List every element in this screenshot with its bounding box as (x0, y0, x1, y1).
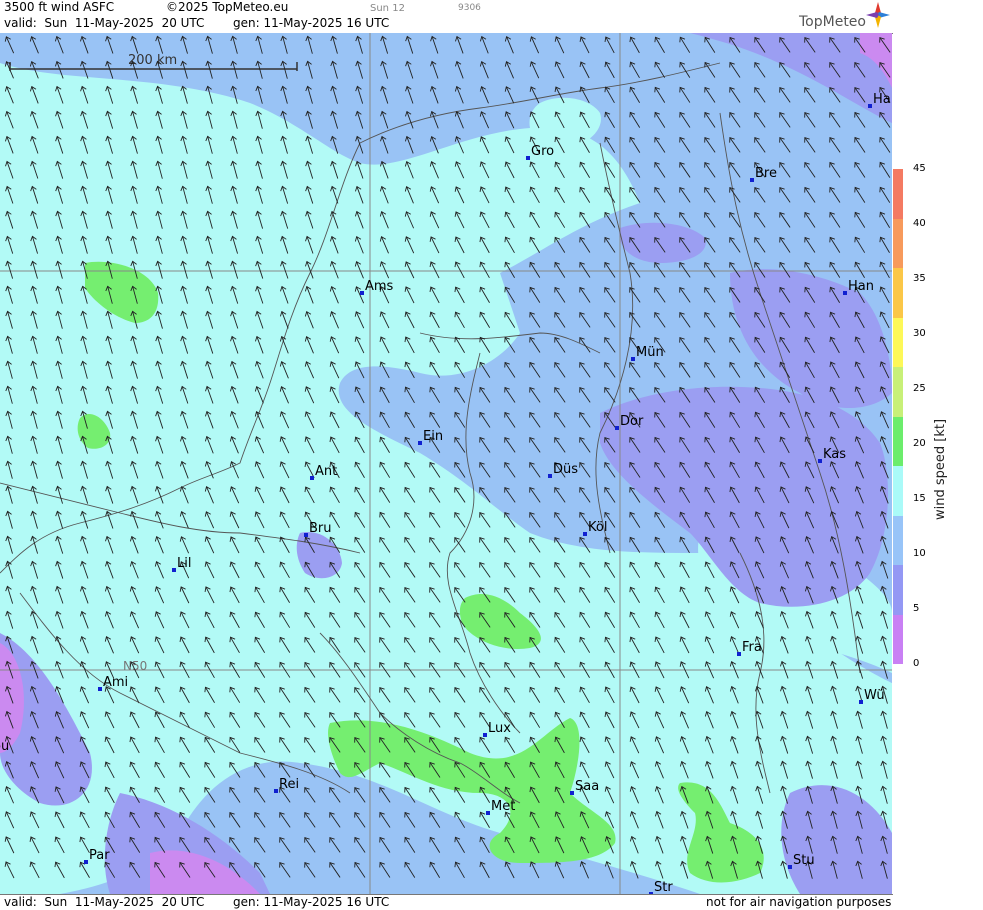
wind-map[interactable]: 200 km N50 Gro Bre Ha Ams Han Mün Ein Dor Ant Düs… (0, 33, 892, 894)
city-marker (737, 652, 741, 656)
legend-swatch (893, 367, 903, 417)
copyright: ©2025 TopMeteo.eu (166, 0, 289, 14)
map-footer: valid: Sun 11-May-2025 20 UTC gen: 11-Ma… (0, 894, 893, 910)
city-marker (304, 533, 308, 537)
city-label: Lil (177, 556, 191, 571)
legend-swatch (893, 268, 903, 318)
city-marker (526, 156, 530, 160)
city-label: Kas (823, 447, 846, 462)
city-marker (818, 459, 822, 463)
city-marker (615, 426, 619, 430)
city-marker (843, 291, 847, 295)
legend-tick: 45 (913, 163, 926, 174)
legend-tick: 10 (913, 548, 926, 559)
legend-tick: 0 (913, 658, 920, 669)
city-label: Stu (793, 853, 815, 868)
city-label: Dor (620, 414, 644, 429)
legend-color-bar (893, 169, 903, 664)
city-label: Bre (755, 166, 777, 181)
city-marker (570, 791, 574, 795)
legend-swatch (893, 416, 903, 466)
footer-valid-time: valid: Sun 11-May-2025 20 UTC (4, 895, 205, 909)
city-marker (583, 532, 587, 536)
city-label: Met (491, 799, 515, 814)
city-label: Ant (315, 464, 337, 479)
legend-swatch (893, 466, 903, 516)
city-label: Mün (636, 345, 664, 360)
city-label: Rei (279, 777, 299, 792)
product-title: 3500 ft wind ASFC (4, 0, 115, 14)
legend-tick: 30 (913, 328, 926, 339)
city-marker (84, 860, 88, 864)
city-marker (868, 104, 872, 108)
valid-time: valid: Sun 11-May-2025 20 UTC (4, 16, 205, 30)
city-label: Ams (365, 279, 394, 294)
city-label: Köl (588, 520, 607, 535)
city-label: Gro (531, 144, 554, 159)
city-marker (548, 474, 552, 478)
legend-tick: 25 (913, 383, 926, 394)
wind-speed-legend: 45 40 35 30 25 20 15 10 5 0 wind speed [kt] (893, 0, 983, 909)
city-label: Str (654, 880, 673, 894)
footer-disclaimer: not for air navigation purposes (706, 895, 892, 909)
city-marker (310, 476, 314, 480)
city-label: Lux (488, 721, 511, 736)
legend-tick: 15 (913, 493, 926, 504)
city-marker (483, 733, 487, 737)
map-header: 3500 ft wind ASFC ©2025 TopMeteo.eu vali… (0, 0, 893, 34)
city-marker (360, 291, 364, 295)
city-marker (750, 178, 754, 182)
city-label: ou (0, 739, 9, 754)
legend-swatch (893, 565, 903, 615)
legend-tick: 40 (913, 218, 926, 229)
city-label: Ha (873, 92, 891, 107)
legend-tick: 35 (913, 273, 926, 284)
scale-label: 200 km (128, 53, 177, 68)
city-marker (788, 865, 792, 869)
city-label: Bru (309, 521, 332, 536)
legend-tick: 20 (913, 438, 926, 449)
topmeteo-logo-icon (866, 2, 890, 28)
city-marker (172, 568, 176, 572)
legend-tick: 5 (913, 603, 920, 614)
legend-swatch (893, 218, 903, 268)
footer-generated-time: gen: 11-May-2025 16 UTC (233, 895, 390, 909)
brand-name: TopMeteo (799, 14, 866, 30)
city-label: Wü (864, 688, 885, 703)
legend-title: wind speed [kt] (933, 418, 948, 520)
city-label: Saa (575, 779, 599, 794)
city-marker (631, 357, 635, 361)
day-label: Sun 12 (370, 3, 405, 14)
city-marker (418, 441, 422, 445)
run-code: 9306 (458, 3, 481, 13)
city-label: Ami (103, 675, 128, 690)
wind-map-canvas: 200 km N50 GroBreHaAms HanMünEinDorAnt Düs… (0, 33, 892, 894)
legend-swatch (893, 515, 903, 565)
generated-time: gen: 11-May-2025 16 UTC (233, 16, 390, 30)
city-marker (98, 687, 102, 691)
city-marker (486, 811, 490, 815)
city-marker (859, 700, 863, 704)
city-label: Fra (742, 640, 762, 655)
city-label: Han (848, 279, 874, 294)
city-label: Ein (423, 429, 443, 444)
city-marker (274, 789, 278, 793)
city-label: Düs (553, 462, 578, 477)
legend-swatch (893, 169, 903, 219)
city-label: Par (89, 848, 110, 863)
legend-swatch (893, 614, 903, 664)
legend-swatch (893, 317, 903, 367)
